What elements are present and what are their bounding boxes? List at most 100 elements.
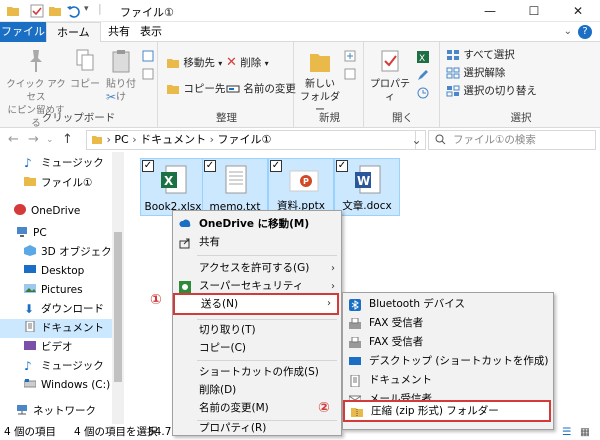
properties-check-icon[interactable] <box>30 4 44 18</box>
breadcrumb-folder[interactable]: ファイル① <box>218 133 272 146</box>
checkbox-checked-icon[interactable]: ✓ <box>270 160 282 172</box>
menu-item-send-to[interactable]: 送る(N) › <box>173 293 339 315</box>
file-item-memo[interactable]: ✓ memo.txt <box>202 158 268 216</box>
nav-item-documents[interactable]: ドキュメント <box>0 319 112 338</box>
document-icon <box>350 375 360 387</box>
nav-item-pictures[interactable]: Pictures <box>24 281 83 300</box>
submenu-item-zip[interactable]: 圧縮 (zip 形式) フォルダー <box>343 400 551 422</box>
nav-scrollbar-thumb[interactable] <box>114 232 122 382</box>
minimize-button[interactable]: — <box>468 0 512 22</box>
menu-item-onedrive[interactable]: OneDrive に移動(M) <box>173 215 341 234</box>
easy-access-icon[interactable] <box>344 68 356 80</box>
nav-item-windows-c[interactable]: Windows (C:) <box>24 376 110 395</box>
delete-button[interactable]: ✕ 削除 ▾ <box>226 54 269 72</box>
nav-item-folder1[interactable]: ファイル① <box>24 174 92 193</box>
file-item-bunsho[interactable]: ✓ W 文章.docx <box>334 158 400 216</box>
history-icon[interactable] <box>416 86 430 100</box>
qa-dropdown-icon[interactable]: ▾ <box>84 4 89 14</box>
details-view-icon[interactable]: ☰ <box>562 424 571 440</box>
submenu-item-label: FAX 受信者 <box>369 317 424 329</box>
rename-icon <box>226 85 240 93</box>
nav-item-pc[interactable]: PC <box>16 224 47 243</box>
nav-item-label: ファイル① <box>41 177 93 189</box>
dropdown-icon[interactable]: ⌄ <box>408 130 426 150</box>
menu-item-give-access[interactable]: アクセスを許可する(G) › <box>173 259 341 278</box>
tab-home[interactable]: ホーム <box>46 22 101 43</box>
excel-open-icon[interactable]: X <box>416 50 430 64</box>
move-to-button[interactable]: 移動先 ▾ <box>166 54 222 72</box>
submenu-item-documents[interactable]: ドキュメント <box>343 371 553 390</box>
nav-item-label: 3D オブジェクト <box>41 246 123 258</box>
close-button[interactable]: ✕ <box>556 0 600 22</box>
menu-item-share[interactable]: 共有 <box>173 233 341 252</box>
forward-arrow-icon[interactable]: → <box>28 132 39 147</box>
nav-item-label: ミュージック <box>41 157 104 169</box>
open-group: プロパティ X 開く <box>366 42 440 128</box>
new-folder-icon[interactable] <box>48 4 62 18</box>
cut-path-icon[interactable] <box>142 50 154 62</box>
desktop-icon <box>24 265 36 273</box>
large-icons-view-icon[interactable]: ▦ <box>580 424 590 440</box>
submenu-item-label: ドキュメント <box>369 374 432 386</box>
submenu-item-label: FAX 受信者 <box>369 336 424 348</box>
submenu-item-desktop[interactable]: デスクトップ (ショートカットを作成) <box>343 352 553 371</box>
select-none-button[interactable]: 選択解除 <box>446 64 505 82</box>
scissors-icon[interactable]: ✂ <box>106 90 116 104</box>
folder-icon <box>7 7 19 16</box>
window-title: ファイル① <box>120 6 174 19</box>
checkbox-checked-icon[interactable]: ✓ <box>204 160 216 172</box>
undo-icon[interactable] <box>66 4 80 18</box>
copy-button[interactable]: コピー <box>70 48 100 91</box>
nav-item-videos[interactable]: ビデオ <box>24 338 73 357</box>
zip-folder-icon <box>351 408 363 417</box>
chevron-down-icon[interactable]: ⌄ <box>564 26 572 37</box>
clipboard-group: クイック アクセス にピン留めする コピー 貼り付け ✂ クリップボード <box>0 42 158 129</box>
nav-item-3d-objects[interactable]: 3D オブジェクト <box>24 243 122 262</box>
tab-file[interactable]: ファイル <box>0 22 46 42</box>
up-arrow-icon[interactable]: ↑ <box>62 132 73 147</box>
breadcrumb-documents[interactable]: ドキュメント <box>140 133 206 146</box>
edit-icon[interactable] <box>416 68 430 82</box>
back-arrow-icon[interactable]: ← <box>8 132 19 147</box>
nav-item-downloads[interactable]: ⬇ ダウンロード <box>24 300 104 319</box>
maximize-button[interactable]: ☐ <box>512 0 556 22</box>
invert-selection-button[interactable]: 選択の切り替え <box>446 82 537 100</box>
tab-view[interactable]: 表示 <box>130 22 172 42</box>
nav-item-music[interactable]: ♪ ミュージック <box>24 357 104 376</box>
new-item-icon[interactable] <box>344 50 356 62</box>
menu-item-properties[interactable]: プロパティ(R) <box>173 419 341 438</box>
delete-x-icon: ✕ <box>226 55 237 70</box>
nav-item-desktop[interactable]: Desktop <box>24 262 84 281</box>
select-all-button[interactable]: すべて選択 <box>446 46 515 64</box>
svg-text:X: X <box>164 174 174 188</box>
search-input[interactable]: ファイル①の検索 <box>428 130 596 150</box>
submenu-item-fax-1[interactable]: FAX 受信者 <box>343 314 553 333</box>
submenu-item-bluetooth[interactable]: Bluetooth デバイス <box>343 295 553 314</box>
checkbox-checked-icon[interactable]: ✓ <box>336 160 348 172</box>
copy-to-button[interactable]: コピー先 ▾ <box>166 80 233 98</box>
menu-item-copy[interactable]: コピー(C) <box>173 339 341 358</box>
menu-item-delete[interactable]: 削除(D) <box>173 381 341 400</box>
new-group-label: 新規 <box>319 112 340 124</box>
breadcrumb-pc[interactable]: PC <box>114 133 128 146</box>
rename-button[interactable]: 名前の変更 <box>226 80 296 98</box>
file-item-book2[interactable]: ✓ X Book2.xlsx <box>140 158 206 216</box>
checkbox-checked-icon[interactable]: ✓ <box>142 160 154 172</box>
recent-locations-icon[interactable]: ⌄ <box>46 135 54 145</box>
submenu-item-fax-2[interactable]: FAX 受信者 <box>343 333 553 352</box>
new-folder-icon <box>310 54 330 72</box>
properties-button[interactable]: プロパティ <box>368 48 412 104</box>
paste-shortcut-icon[interactable] <box>142 68 154 80</box>
address-field[interactable]: › PC › ドキュメント › ファイル① <box>86 130 416 150</box>
menu-item-rename[interactable]: 名前の変更(M) <box>173 399 341 418</box>
menu-item-create-shortcut[interactable]: ショートカットの作成(S) <box>173 363 341 382</box>
help-icon[interactable]: ? <box>578 25 592 39</box>
delete-label: 削除 <box>240 57 262 69</box>
new-folder-button[interactable]: 新しい フォルダー <box>298 48 342 117</box>
nav-item-network[interactable]: ネットワーク <box>16 402 96 421</box>
music-note-icon: ♪ <box>24 359 32 373</box>
nav-item-onedrive[interactable]: OneDrive <box>14 202 80 221</box>
menu-item-cut[interactable]: 切り取り(T) <box>173 321 341 340</box>
file-item-shiryo[interactable]: ✓ P 資料.pptx <box>268 158 334 216</box>
svg-text:P: P <box>303 177 309 186</box>
